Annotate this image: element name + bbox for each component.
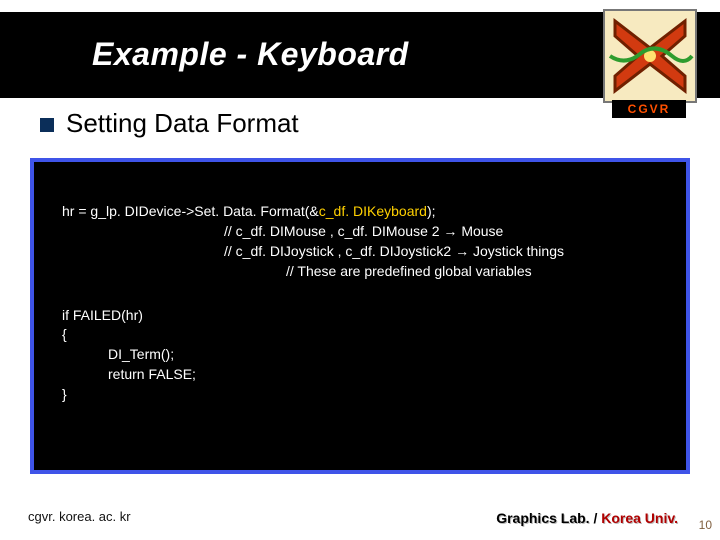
cgvr-logo	[600, 6, 700, 106]
code-line-return: return FALSE;	[108, 365, 658, 385]
footer-lab: Graphics Lab.	[496, 510, 589, 526]
code-line-diterm: DI_Term();	[108, 345, 658, 365]
footer-sep: /	[590, 510, 602, 526]
code-highlight: c_df. DIKeyboard	[319, 203, 427, 219]
x-logo-icon	[600, 6, 700, 106]
footer-url: cgvr. korea. ac. kr	[28, 509, 131, 524]
code-block: hr = g_lp. DIDevice->Set. Data. Format(&…	[30, 158, 690, 474]
footer-credits: Graphics Lab. / Korea Univ.	[496, 510, 678, 526]
code-line-brace-open: {	[62, 325, 658, 345]
bullet-square-icon	[40, 118, 54, 132]
code-line-3: // c_df. DIJoystick , c_df. DIJoystick2 …	[224, 242, 658, 262]
slide: Example - Keyboard CGVR Setting Data For…	[0, 0, 720, 540]
section-heading-text: Setting Data Format	[66, 108, 299, 139]
code-text: hr = g_lp. DIDevice->Set. Data. Format(&	[62, 203, 319, 219]
code-line-4: // These are predefined global variables	[286, 262, 658, 282]
cgvr-label: CGVR	[612, 100, 686, 118]
code-error-block: if FAILED(hr) { DI_Term(); return FALSE;…	[62, 306, 658, 405]
code-line-1: hr = g_lp. DIDevice->Set. Data. Format(&…	[62, 202, 658, 222]
page-number: 10	[699, 518, 712, 532]
section-heading: Setting Data Format	[40, 108, 299, 139]
footer-univ: Korea Univ.	[601, 510, 678, 526]
code-line-2: // c_df. DIMouse , c_df. DIMouse 2 → Mou…	[224, 222, 658, 242]
code-line-if: if FAILED(hr)	[62, 306, 658, 326]
code-text: );	[427, 203, 436, 219]
code-line-brace-close: }	[62, 385, 658, 405]
